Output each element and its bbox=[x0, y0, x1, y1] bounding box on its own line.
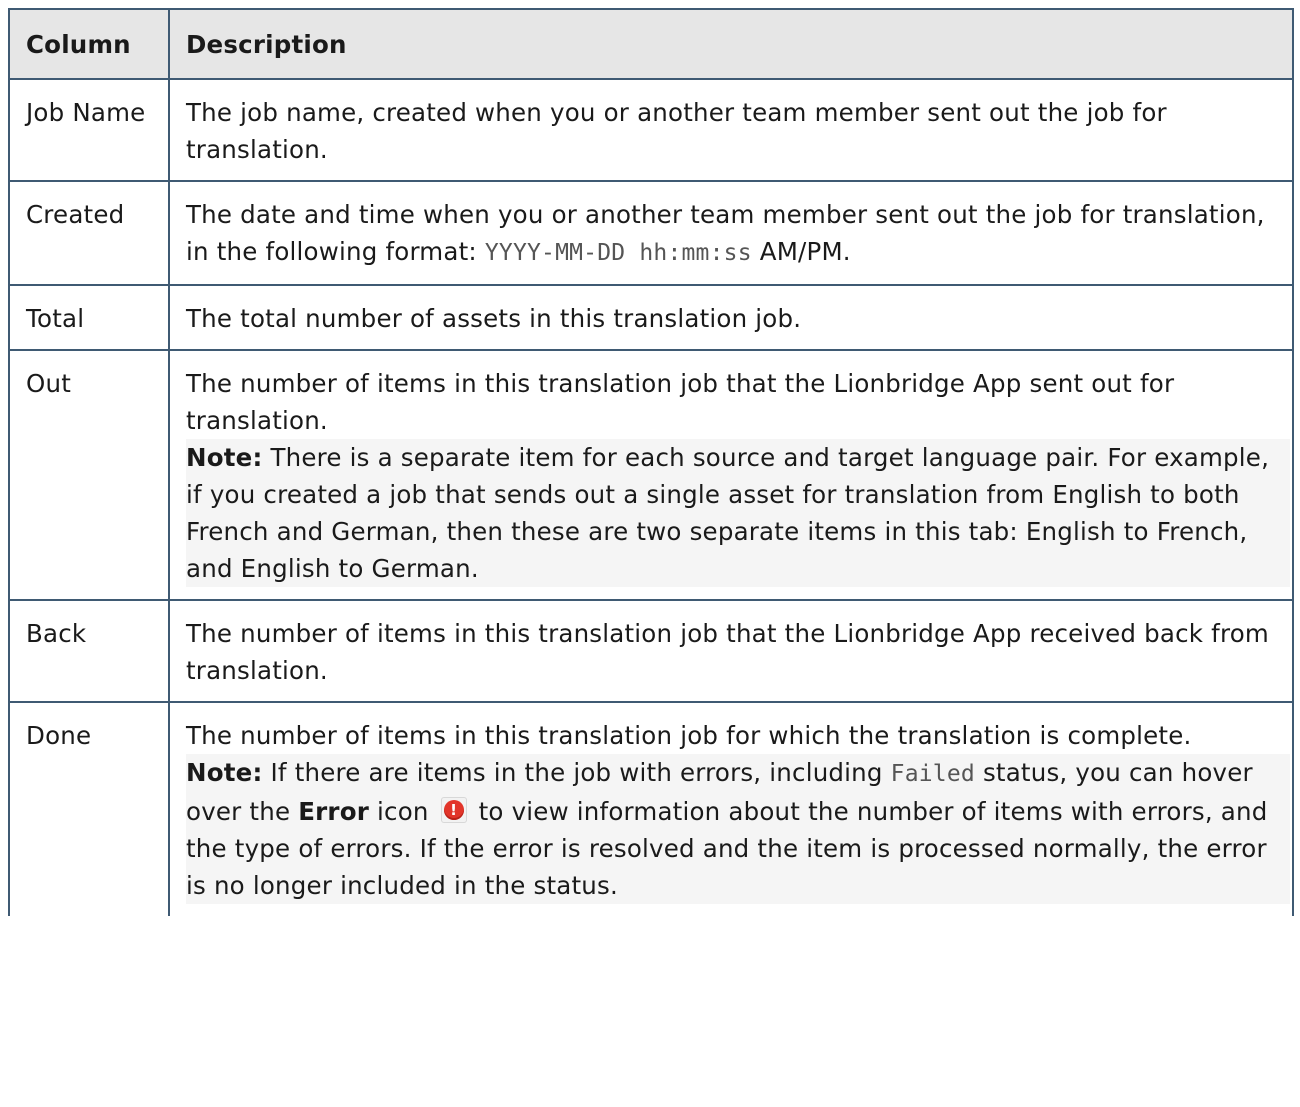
table-row: Done The number of items in this transla… bbox=[8, 701, 1294, 916]
note-text: icon bbox=[369, 797, 437, 826]
table-header-row: Column Description bbox=[8, 8, 1294, 80]
row-name: Job Name bbox=[8, 78, 170, 182]
row-description: The number of items in this translation … bbox=[168, 599, 1294, 703]
column-description-table: Column Description Job Name The job name… bbox=[8, 8, 1294, 916]
table-row: Created The date and time when you or an… bbox=[8, 180, 1294, 286]
header-column: Column bbox=[8, 8, 170, 80]
note-text: There is a separate item for each source… bbox=[186, 443, 1270, 583]
row-name: Back bbox=[8, 599, 170, 703]
failed-status-code: Failed bbox=[890, 761, 975, 787]
row-name: Out bbox=[8, 349, 170, 601]
table-row: Back The number of items in this transla… bbox=[8, 599, 1294, 703]
note-block: Note: There is a separate item for each … bbox=[186, 439, 1290, 587]
date-format-code: YYYY-MM-DD hh:mm:ss bbox=[484, 240, 752, 266]
description-text: AM/PM. bbox=[751, 237, 851, 266]
error-icon: ! bbox=[440, 797, 467, 823]
table-row: Total The total number of assets in this… bbox=[8, 284, 1294, 351]
row-description: The job name, created when you or anothe… bbox=[168, 78, 1294, 182]
header-description: Description bbox=[168, 8, 1294, 80]
error-icon-glyph: ! bbox=[450, 801, 458, 819]
row-name: Total bbox=[8, 284, 170, 351]
row-description: The date and time when you or another te… bbox=[168, 180, 1294, 286]
table-row: Out The number of items in this translat… bbox=[8, 349, 1294, 601]
row-description: The total number of assets in this trans… bbox=[168, 284, 1294, 351]
row-name: Done bbox=[8, 701, 170, 916]
note-block: Note: If there are items in the job with… bbox=[186, 754, 1290, 904]
table-row: Job Name The job name, created when you … bbox=[8, 78, 1294, 182]
row-name: Created bbox=[8, 180, 170, 286]
description-text: The number of items in this translation … bbox=[186, 721, 1192, 750]
error-label: Error bbox=[298, 797, 370, 826]
description-text: The number of items in this translation … bbox=[186, 369, 1175, 435]
row-description: The number of items in this translation … bbox=[168, 349, 1294, 601]
note-label: Note: bbox=[186, 758, 263, 787]
note-label: Note: bbox=[186, 443, 263, 472]
note-text: If there are items in the job with error… bbox=[262, 758, 891, 787]
row-description: The number of items in this translation … bbox=[168, 701, 1294, 916]
